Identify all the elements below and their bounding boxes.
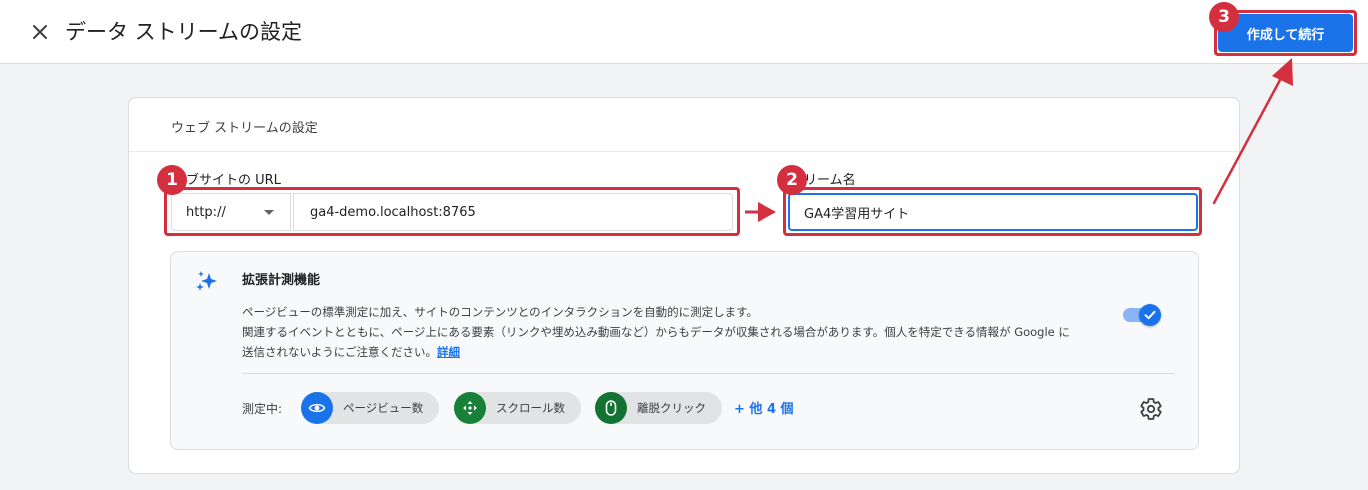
page-title: データ ストリームの設定 <box>65 20 303 44</box>
details-link[interactable]: 詳細 <box>437 345 460 359</box>
measuring-label: 測定中: <box>242 402 283 416</box>
toggle-thumb <box>1139 304 1161 326</box>
enhanced-measurement-description: ページビューの標準測定に加え、サイトのコンテンツとのインタラクションを自動的に測… <box>242 302 1132 362</box>
gear-icon[interactable] <box>1139 397 1163 421</box>
chip-outbound-clicks[interactable]: 離脱クリック <box>595 392 722 424</box>
description-line-2: 関連するイベントとともに、ページ上にある要素（リンクや埋め込み動画など）からもデ… <box>242 325 1070 339</box>
sparkle-icon <box>196 271 217 291</box>
description-line-3-text: 送信されないようにご注意ください。 <box>242 345 438 359</box>
chip-label: スクロール数 <box>496 401 565 415</box>
card-divider <box>129 151 1239 152</box>
website-url-label: ェブサイトの URL <box>173 173 281 188</box>
annotation-badge-2: 2 <box>777 165 807 195</box>
scroll-icon <box>454 392 486 424</box>
close-icon <box>33 25 47 39</box>
panel-divider <box>242 373 1175 374</box>
chip-scrolls[interactable]: スクロール数 <box>454 392 581 424</box>
annotation-badge-3: 3 <box>1209 2 1239 32</box>
enhanced-measurement-toggle[interactable] <box>1123 304 1161 326</box>
description-line-3: 送信されないようにご注意ください。詳細 <box>242 342 1132 362</box>
chip-page-views[interactable]: ページビュー数 <box>301 392 440 424</box>
web-stream-settings-card: ウェブ ストリームの設定 ェブサイトの URL http:// ga4-demo… <box>128 97 1240 474</box>
chip-label: 離脱クリック <box>637 401 706 415</box>
close-button[interactable] <box>26 18 54 46</box>
annotation-box-stream-name <box>783 187 1202 236</box>
eye-icon <box>301 392 333 424</box>
description-line-1: ページビューの標準測定に加え、サイトのコンテンツとのインタラクションを自動的に測… <box>242 305 758 319</box>
card-title: ウェブ ストリームの設定 <box>171 121 318 136</box>
enhanced-measurement-panel: 拡張計測機能 ページビューの標準測定に加え、サイトのコンテンツとのインタラクショ… <box>170 251 1199 450</box>
enhanced-measurement-title: 拡張計測機能 <box>242 273 321 288</box>
top-bar: データ ストリームの設定 作成して続行 <box>0 0 1368 64</box>
annotation-box-url <box>164 187 740 236</box>
check-icon <box>1144 310 1156 320</box>
chip-label: ページビュー数 <box>343 401 424 415</box>
mouse-icon <box>595 392 627 424</box>
more-events-link[interactable]: + 他 4 個 <box>734 398 794 417</box>
annotation-badge-1: 1 <box>157 165 187 195</box>
